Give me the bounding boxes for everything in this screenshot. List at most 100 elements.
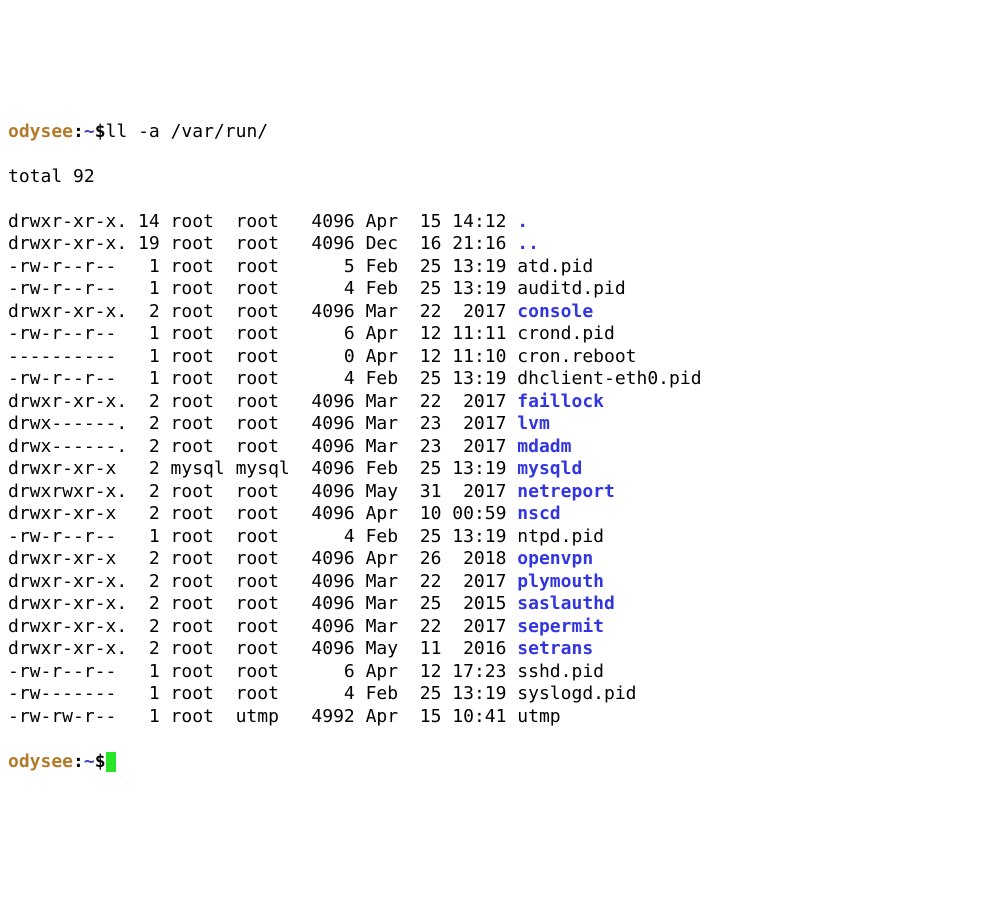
col-perms: drwxr-xr-x. xyxy=(8,391,127,414)
col-time: 2017 xyxy=(441,413,506,436)
col-time: 2017 xyxy=(441,436,506,459)
col-month: Feb xyxy=(366,526,409,549)
col-time: 11:10 xyxy=(441,346,506,369)
file-name: cron.reboot xyxy=(517,346,636,369)
col-time: 2015 xyxy=(441,593,506,616)
prompt-host: odysee xyxy=(8,751,73,772)
col-month: Mar xyxy=(366,413,409,436)
listing-row: drwxr-xr-x.2 rootroot4096 May112016 setr… xyxy=(8,638,988,661)
col-group: root xyxy=(236,638,301,661)
col-group: root xyxy=(236,526,301,549)
col-month: Feb xyxy=(366,256,409,279)
col-time: 2017 xyxy=(441,481,506,504)
col-links: 2 xyxy=(127,503,160,526)
col-perms: drwxrwxr-x. xyxy=(8,481,127,504)
listing-row: -rw-r--r--1 rootroot5 Feb2513:19 atd.pid xyxy=(8,256,988,279)
col-perms: drwxr-xr-x. xyxy=(8,211,127,234)
col-perms: drwxr-xr-x. xyxy=(8,616,127,639)
file-name: crond.pid xyxy=(517,323,615,346)
directory-name: faillock xyxy=(517,391,604,414)
listing-row: drwxr-xr-x.2 rootroot4096 Mar222017 fail… xyxy=(8,391,988,414)
col-time: 11:11 xyxy=(441,323,506,346)
prompt-line-1: odysee:~$ll -a /var/run/ xyxy=(8,121,988,144)
directory-name: .. xyxy=(517,233,539,256)
col-perms: -rw-rw-r-- xyxy=(8,706,127,729)
col-month: May xyxy=(366,638,409,661)
col-owner: root xyxy=(171,346,236,369)
col-day: 16 xyxy=(409,233,442,256)
col-links: 2 xyxy=(127,391,160,414)
listing-row: -rw-r--r--1 rootroot4 Feb2513:19 dhclien… xyxy=(8,368,988,391)
col-month: Feb xyxy=(366,368,409,391)
col-size: 0 xyxy=(301,346,355,369)
col-day: 12 xyxy=(409,323,442,346)
col-owner: root xyxy=(171,683,236,706)
col-owner: root xyxy=(171,323,236,346)
col-month: Mar xyxy=(366,593,409,616)
col-group: root xyxy=(236,481,301,504)
col-links: 19 xyxy=(127,233,160,256)
col-day: 25 xyxy=(409,683,442,706)
col-group: root xyxy=(236,233,301,256)
col-time: 13:19 xyxy=(441,278,506,301)
col-day: 22 xyxy=(409,391,442,414)
col-owner: root xyxy=(171,616,236,639)
col-month: Mar xyxy=(366,391,409,414)
col-month: Feb xyxy=(366,683,409,706)
col-size: 4096 xyxy=(301,458,355,481)
col-owner: root xyxy=(171,256,236,279)
prompt-sep1: : xyxy=(73,121,84,142)
col-group: root xyxy=(236,436,301,459)
col-day: 25 xyxy=(409,593,442,616)
col-links: 1 xyxy=(127,256,160,279)
col-month: Apr xyxy=(366,323,409,346)
col-time: 2017 xyxy=(441,301,506,324)
col-group: root xyxy=(236,211,301,234)
col-size: 4096 xyxy=(301,593,355,616)
col-day: 11 xyxy=(409,638,442,661)
col-time: 13:19 xyxy=(441,256,506,279)
col-day: 26 xyxy=(409,548,442,571)
file-name: dhclient-eth0.pid xyxy=(517,368,701,391)
col-month: Mar xyxy=(366,436,409,459)
col-group: root xyxy=(236,413,301,436)
col-links: 1 xyxy=(127,346,160,369)
col-links: 2 xyxy=(127,616,160,639)
col-perms: drwxr-xr-x xyxy=(8,503,127,526)
col-links: 1 xyxy=(127,526,160,549)
col-owner: root xyxy=(171,503,236,526)
col-links: 1 xyxy=(127,683,160,706)
col-time: 2016 xyxy=(441,638,506,661)
col-owner: root xyxy=(171,278,236,301)
col-perms: drwxr-xr-x. xyxy=(8,571,127,594)
directory-name: sepermit xyxy=(517,616,604,639)
listing-row: -rw-r--r--1 rootroot4 Feb2513:19 auditd.… xyxy=(8,278,988,301)
file-listing: drwxr-xr-x.14 rootroot4096 Apr1514:12 .d… xyxy=(8,211,988,729)
col-month: Mar xyxy=(366,571,409,594)
listing-row: drwxr-xr-x2 rootroot4096 Apr1000:59 nscd xyxy=(8,503,988,526)
col-month: Apr xyxy=(366,503,409,526)
col-month: Apr xyxy=(366,706,409,729)
command-text: ll -a /var/run/ xyxy=(106,121,269,142)
listing-row: -rw-rw-r--1 rootutmp4992 Apr1510:41 utmp xyxy=(8,706,988,729)
col-group: root xyxy=(236,548,301,571)
prompt-line-2[interactable]: odysee:~$ xyxy=(8,751,988,774)
col-time: 13:19 xyxy=(441,458,506,481)
listing-row: drwxr-xr-x.2 rootroot4096 Mar222017 sepe… xyxy=(8,616,988,639)
prompt-cwd: ~ xyxy=(84,121,95,142)
col-month: Mar xyxy=(366,301,409,324)
listing-row: drwx------.2 rootroot4096 Mar232017 lvm xyxy=(8,413,988,436)
col-day: 22 xyxy=(409,571,442,594)
col-month: Apr xyxy=(366,661,409,684)
listing-row: drwxr-xr-x2 mysqlmysql4096 Feb2513:19 my… xyxy=(8,458,988,481)
col-owner: root xyxy=(171,301,236,324)
col-perms: drwxr-xr-x. xyxy=(8,593,127,616)
directory-name: mdadm xyxy=(517,436,571,459)
directory-name: mysqld xyxy=(517,458,582,481)
col-size: 4096 xyxy=(301,481,355,504)
col-day: 15 xyxy=(409,211,442,234)
col-owner: root xyxy=(171,211,236,234)
col-size: 4992 xyxy=(301,706,355,729)
file-name: auditd.pid xyxy=(517,278,625,301)
listing-row: -rw-r--r--1 rootroot4 Feb2513:19 ntpd.pi… xyxy=(8,526,988,549)
